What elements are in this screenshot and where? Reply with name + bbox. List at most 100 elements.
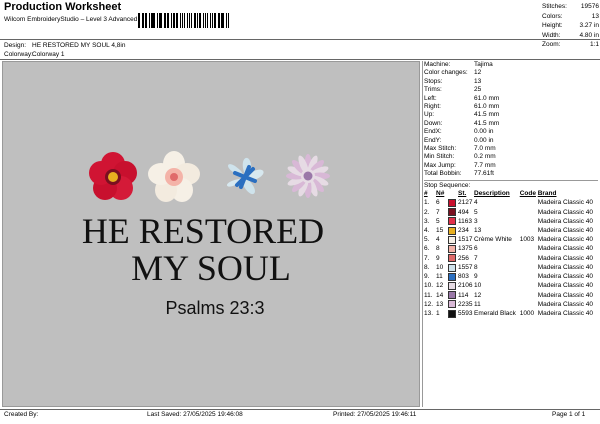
param-row: Max Stitch: 7.0 mm <box>424 145 598 153</box>
height-label: Height: <box>542 22 563 30</box>
thread-description: 11 <box>474 300 481 308</box>
thread-code: 2106 <box>458 282 473 290</box>
needle-number: 4 <box>436 236 440 244</box>
barcode-bar <box>168 13 170 28</box>
thread-code: 234 <box>458 226 469 234</box>
color-swatch-cell <box>448 272 458 282</box>
barcode-bar <box>196 13 198 28</box>
stop-number: 4. <box>424 226 430 234</box>
color-swatch-cell <box>448 263 458 273</box>
param-value: 77.61ft <box>474 170 494 178</box>
table-row: 3. 5 1163 3 Madeira Classic 40 <box>424 217 598 226</box>
thread-code: 1163 <box>458 217 472 225</box>
color-code <box>520 254 538 263</box>
param-value: 61.0 mm <box>474 94 500 102</box>
stitches-label: Stitches: <box>542 3 567 10</box>
barcode-bar <box>171 13 172 28</box>
color-swatch <box>448 263 456 272</box>
needle-number: 12 <box>436 282 444 290</box>
stop-sequence-table: # N# St. Description Code Brand 1. 6 2127 4… <box>424 190 598 318</box>
thread-code: 1557 <box>458 263 473 271</box>
panel-divider <box>422 61 423 407</box>
barcode-bar <box>163 13 166 28</box>
param-value: 0.00 in <box>474 128 494 136</box>
barcode-bar <box>212 13 213 28</box>
param-label: Max Jump: <box>424 161 456 169</box>
thread-code: 494 <box>458 208 469 216</box>
color-swatch <box>448 254 456 263</box>
height-value: 3.27 in <box>579 22 599 30</box>
barcode-bar <box>138 13 140 28</box>
param-label: EndY: <box>424 136 442 144</box>
color-code: 1000 <box>519 309 535 317</box>
param-value: 7.7 mm <box>474 161 496 169</box>
color-swatch <box>448 226 456 235</box>
barcode-bar <box>198 13 202 28</box>
table-row: 1. 6 2127 4 Madeira Classic 40 <box>424 198 598 208</box>
param-row: Color changes: 12 <box>424 69 598 77</box>
table-row: 7. 9 256 7 Madeira Classic 40 <box>424 254 598 263</box>
thread-brand: Madeira Classic 40 <box>537 236 593 244</box>
design-label: Design: <box>4 42 27 49</box>
needle-number: 6 <box>436 199 440 207</box>
barcode-bar <box>221 13 224 28</box>
col-number: # <box>424 190 428 198</box>
color-swatch <box>448 300 456 309</box>
thread-description: 3 <box>474 217 478 225</box>
col-needle: N# <box>436 190 445 198</box>
design-name: HE RESTORED MY SOUL 4,8in <box>32 42 126 49</box>
param-label: Min Stitch: <box>424 153 455 161</box>
color-swatch-cell <box>448 281 458 291</box>
stop-number: 8. <box>424 263 430 271</box>
color-code <box>520 291 538 300</box>
color-code: 1003 <box>519 236 535 244</box>
param-row: Trims: 25 <box>424 86 598 94</box>
table-row: 13. 1 5593 Emerald Black 1000 Madeira Classic… <box>424 309 598 319</box>
color-swatch-cell <box>448 254 458 263</box>
stop-number: 13. <box>424 309 434 317</box>
param-label: Stops: <box>424 77 443 85</box>
table-row: 9. 11 803 9 Madeira Classic 40 <box>424 272 598 282</box>
barcode-bar <box>210 13 212 28</box>
param-label: Down: <box>424 119 443 127</box>
needle-number: 7 <box>436 208 440 216</box>
table-row: 5. 4 1517 Crème White 1003 Madeira Classic 40 <box>424 235 598 245</box>
color-swatch-cell <box>448 291 458 300</box>
thread-brand: Madeira Classic 40 <box>537 254 593 262</box>
table-row: 12. 13 2235 11 Madeira Classic 40 <box>424 300 598 309</box>
barcode-bar <box>179 13 181 28</box>
color-swatch-cell <box>448 309 458 319</box>
page-number: Page 1 of 1 <box>552 411 586 418</box>
thread-description: 12 <box>474 291 482 299</box>
thread-brand: Madeira Classic 40 <box>537 245 593 253</box>
thread-brand: Madeira Classic 40 <box>537 273 593 281</box>
param-label: Total Bobbin: <box>424 170 462 178</box>
red-flower-icon <box>89 152 137 200</box>
param-row: Down: 41.5 mm <box>424 120 598 128</box>
param-value: 13 <box>474 77 482 85</box>
thread-description: 8 <box>474 263 478 271</box>
barcode-bar <box>217 13 219 28</box>
design-row: Design: HE RESTORED MY SOUL 4,8in <box>4 41 125 50</box>
color-swatch <box>448 291 456 300</box>
color-swatch <box>448 217 456 226</box>
thread-brand: Madeira Classic 40 <box>537 208 593 216</box>
param-value: 0.2 mm <box>474 153 496 161</box>
color-swatch-cell <box>448 226 458 236</box>
white-flower-icon <box>148 151 200 202</box>
barcode-bar <box>156 13 158 28</box>
barcode-bar <box>148 13 150 28</box>
artwork-line-3: Psalms 23:3 <box>165 298 264 318</box>
thread-description: 13 <box>474 226 482 234</box>
stop-number: 1. <box>424 199 430 207</box>
thread-brand: Madeira Classic 40 <box>537 217 593 225</box>
param-value: 12 <box>474 69 482 77</box>
zoom-label: Zoom: <box>542 41 561 49</box>
thread-description: 5 <box>474 208 478 216</box>
barcode-bar <box>160 13 162 28</box>
thread-code: 2235 <box>458 300 473 308</box>
pink-daisy-icon <box>286 154 330 198</box>
table-row: 10. 12 2106 10 Madeira Classic 40 <box>424 281 598 291</box>
barcode-bar <box>206 13 209 28</box>
param-value: 61.0 mm <box>474 102 500 110</box>
